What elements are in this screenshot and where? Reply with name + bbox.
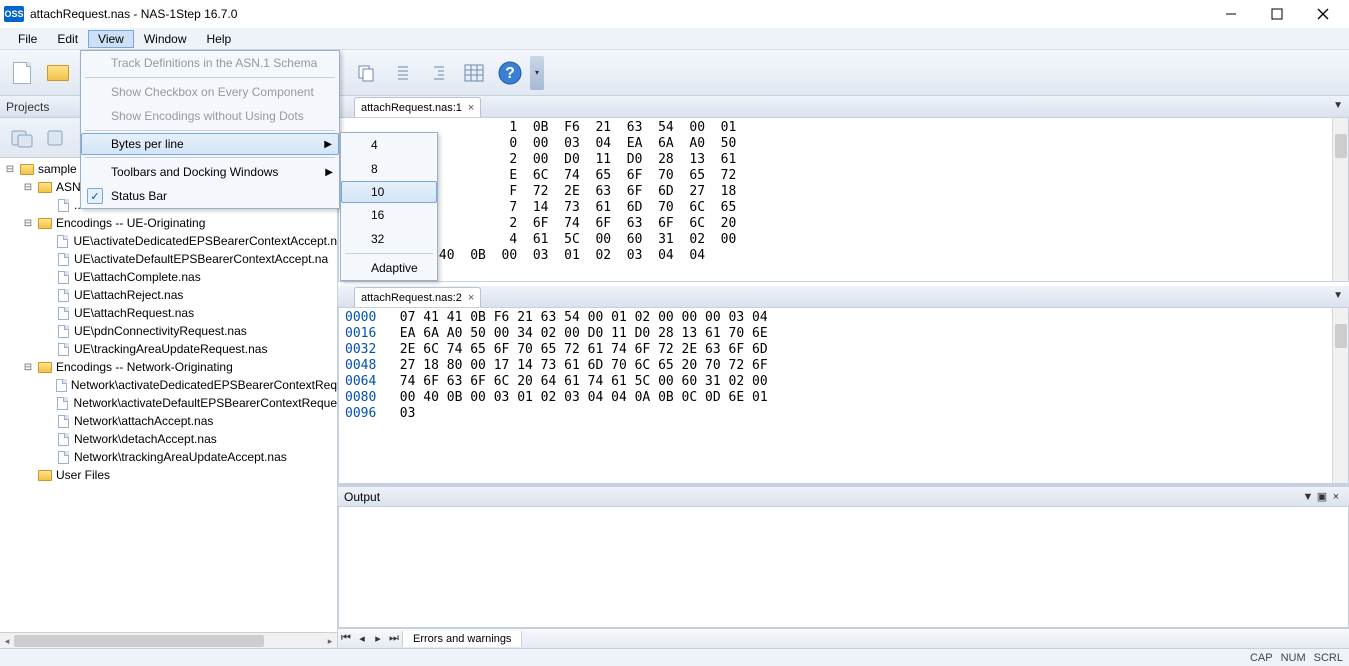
bytes-32[interactable]: 32 [341,227,437,251]
editor2-view[interactable]: 0000 07 41 41 0B F6 21 63 54 00 01 02 00… [338,308,1349,484]
copy-button[interactable] [350,57,382,89]
projects-tree[interactable]: ⊟sample ⊟ASN ..\..\bin\NAS1670.asn ⊟Enco… [0,158,337,632]
output-panel: Output ▼ ▣ × ⏮ ◂ ▸ ⏭ Errors and warnings [338,484,1349,648]
tree-file[interactable]: UE\attachRequest.nas [0,304,337,322]
tab-label: attachRequest.nas:1 [361,102,462,114]
tree-enc-net[interactable]: ⊟Encodings -- Network-Originating [0,358,337,376]
svg-text:?: ? [505,65,515,82]
submenu-arrow-icon: ▶ [324,139,332,150]
projects-tool-1[interactable] [6,122,38,154]
menu-window[interactable]: Window [134,30,197,48]
tree-file[interactable]: UE\activateDedicatedEPSBearerContextAcce… [0,232,337,250]
status-scrl: SCRL [1314,652,1343,664]
tree-file[interactable]: Network\detachAccept.nas [0,430,337,448]
output-pin-icon[interactable]: ▣ [1315,490,1329,503]
menu-toolbars[interactable]: Toolbars and Docking Windows▶ [81,160,339,184]
scroll-right-icon[interactable]: ▸ [323,633,337,649]
output-tab-errors[interactable]: Errors and warnings [402,631,522,647]
tabstrip-dropdown-icon[interactable]: ▼ [1333,100,1343,111]
projects-hscrollbar[interactable]: ◂ ▸ [0,632,337,648]
menu-help[interactable]: Help [197,30,242,48]
tree-file[interactable]: UE\attachReject.nas [0,286,337,304]
grid-button[interactable] [458,57,490,89]
menu-track-definitions[interactable]: Track Definitions in the ASN.1 Schema [81,51,339,75]
editor2-tabstrip: attachRequest.nas:2 × ▼ [338,286,1349,308]
check-icon: ✓ [87,188,103,204]
bytes-8[interactable]: 8 [341,157,437,181]
bytes-adaptive[interactable]: Adaptive [341,256,437,280]
window-title: attachRequest.nas - NAS-1Step 16.7.0 [30,7,1217,21]
menu-edit[interactable]: Edit [47,30,88,48]
titlebar: OSS attachRequest.nas - NAS-1Step 16.7.0 [0,0,1349,28]
indent-dec-button[interactable] [386,57,418,89]
editor1-tabstrip: attachRequest.nas:1 × ▼ [338,96,1349,118]
maximize-button[interactable] [1263,4,1291,24]
output-nav-next-icon[interactable]: ▸ [370,632,386,645]
tab-label: attachRequest.nas:2 [361,292,462,304]
menu-view[interactable]: View [88,30,134,48]
menu-show-checkbox[interactable]: Show Checkbox on Every Component [81,80,339,104]
tree-file[interactable]: UE\activateDefaultEPSBearerContextAccept… [0,250,337,268]
menu-bytes-per-line[interactable]: Bytes per line▶ [81,133,339,155]
bytes-4[interactable]: 4 [341,133,437,157]
tree-file[interactable]: Network\activateDefaultEPSBearerContextR… [0,394,337,412]
status-num: NUM [1281,652,1306,664]
tab-close-icon[interactable]: × [468,102,474,114]
menu-show-dots[interactable]: Show Encodings without Using Dots [81,104,339,128]
editor1-vscrollbar[interactable] [1332,118,1348,281]
tree-enc-ue[interactable]: ⊟Encodings -- UE-Originating [0,214,337,232]
output-body[interactable] [338,507,1349,628]
projects-tool-2[interactable] [42,122,74,154]
output-nav-last-icon[interactable]: ⏭ [386,632,402,645]
output-title: Output [344,490,380,504]
main-area: attachRequest.nas:1 × ▼ 1 0B F6 21 63 54… [338,96,1349,648]
tree-file[interactable]: Network\trackingAreaUpdateAccept.nas [0,448,337,466]
tree-file[interactable]: Network\activateDedicatedEPSBearerContex… [0,376,337,394]
close-button[interactable] [1309,4,1337,24]
output-tabs: ⏮ ◂ ▸ ⏭ Errors and warnings [338,628,1349,648]
tree-file[interactable]: UE\trackingAreaUpdateRequest.nas [0,340,337,358]
output-dropdown-icon[interactable]: ▼ [1301,491,1315,503]
open-folder-button[interactable] [42,57,74,89]
output-nav-prev-icon[interactable]: ◂ [354,632,370,645]
tree-file[interactable]: UE\pdnConnectivityRequest.nas [0,322,337,340]
help-button[interactable]: ? [494,57,526,89]
scroll-left-icon[interactable]: ◂ [0,633,14,649]
submenu-arrow-icon: ▶ [325,167,333,178]
indent-inc-button[interactable] [422,57,454,89]
editor2-vscrollbar[interactable] [1332,308,1348,483]
status-cap: CAP [1250,652,1273,664]
tree-user-files[interactable]: User Files [0,466,337,484]
bytes-submenu: 4 8 10 16 32 Adaptive [340,132,438,281]
toolbar-overflow-button[interactable]: ▾ [530,56,544,90]
new-file-button[interactable] [6,57,38,89]
editor2-tab[interactable]: attachRequest.nas:2 × [354,287,481,307]
statusbar: CAP NUM SCRL [0,648,1349,666]
scroll-thumb[interactable] [14,635,264,647]
tree-file[interactable]: Network\attachAccept.nas [0,412,337,430]
bytes-10[interactable]: 10 [341,181,437,203]
tabstrip-dropdown-icon[interactable]: ▼ [1333,290,1343,301]
editor1-view[interactable]: 1 0B F6 21 63 54 00 01 0 00 03 04 EA 6A … [338,118,1349,282]
editor1-tab[interactable]: attachRequest.nas:1 × [354,97,481,117]
app-icon: OSS [4,6,24,22]
output-nav-first-icon[interactable]: ⏮ [338,632,354,645]
output-close-icon[interactable]: × [1329,491,1343,503]
bytes-16[interactable]: 16 [341,203,437,227]
minimize-button[interactable] [1217,4,1245,24]
menubar: File Edit View Window Help [0,28,1349,50]
tree-file[interactable]: UE\attachComplete.nas [0,268,337,286]
tab-close-icon[interactable]: × [468,292,474,304]
menu-file[interactable]: File [8,30,47,48]
view-dropdown: Track Definitions in the ASN.1 Schema Sh… [80,50,340,209]
menu-status-bar[interactable]: ✓Status Bar [81,184,339,208]
